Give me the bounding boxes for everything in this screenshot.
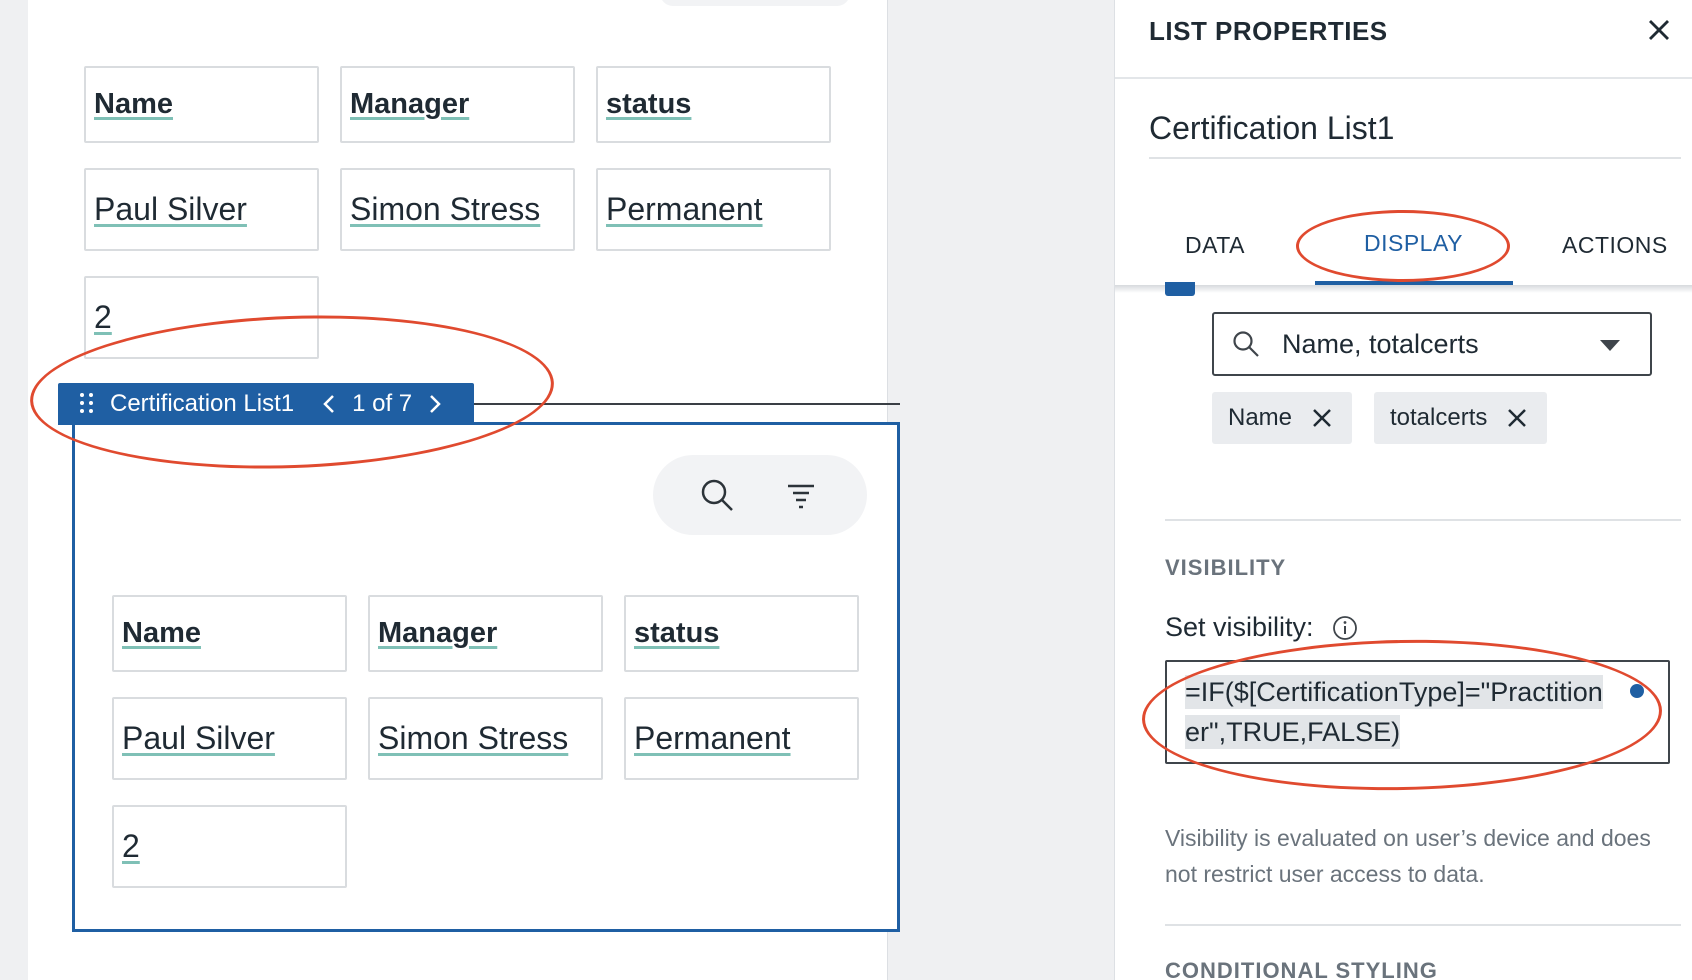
header-label: status bbox=[634, 617, 720, 649]
selected-list-tag[interactable]: Certification List1 1 of 7 bbox=[58, 383, 474, 425]
value-text: Simon Stress bbox=[350, 191, 541, 227]
remove-chip-icon[interactable] bbox=[1312, 406, 1336, 430]
header-label: Name bbox=[94, 88, 173, 120]
properties-panel: LIST PROPERTIES Certification List1 DATA… bbox=[1115, 0, 1692, 980]
list-pager: 1 of 7 bbox=[352, 390, 413, 417]
header-cell-manager[interactable]: Manager bbox=[368, 595, 603, 672]
close-icon[interactable] bbox=[1643, 14, 1675, 46]
canvas: Name Manager status Paul Silver Simon St… bbox=[28, 0, 900, 980]
header-cell-name[interactable]: Name bbox=[112, 595, 347, 672]
visibility-expression: =IF($[CertificationType]="Practitioner",… bbox=[1185, 675, 1603, 749]
header-cell-manager[interactable]: Manager bbox=[340, 66, 575, 143]
chevron-left-icon[interactable] bbox=[312, 387, 346, 421]
visibility-label: Set visibility: bbox=[1165, 612, 1314, 642]
list-tag-label: Certification List1 bbox=[110, 390, 295, 417]
sort-chip: Name bbox=[1212, 392, 1353, 444]
visibility-label-row: Set visibility: bbox=[1165, 612, 1358, 643]
drag-handle-icon[interactable] bbox=[80, 393, 94, 415]
sort-field-select[interactable]: Name, totalcerts bbox=[1212, 312, 1652, 376]
tab-actions[interactable]: ACTIONS bbox=[1562, 232, 1668, 259]
value-text: 2 bbox=[122, 828, 140, 864]
header-cell-name[interactable]: Name bbox=[84, 66, 319, 143]
search-icon[interactable] bbox=[697, 475, 737, 515]
header-label: status bbox=[606, 88, 692, 120]
divider bbox=[1165, 519, 1681, 521]
value-cell-manager[interactable]: Simon Stress bbox=[340, 168, 575, 251]
value-text: Simon Stress bbox=[378, 720, 569, 756]
remove-chip-icon[interactable] bbox=[1507, 406, 1531, 430]
divider bbox=[1165, 924, 1681, 926]
checkbox[interactable] bbox=[1165, 282, 1195, 296]
value-text: Permanent bbox=[606, 191, 763, 227]
chevron-down-icon bbox=[1600, 340, 1620, 351]
value-cell-name[interactable]: Paul Silver bbox=[84, 168, 319, 251]
header-label: Manager bbox=[350, 88, 470, 120]
chip-label: Name bbox=[1228, 404, 1293, 431]
sort-select-value: Name, totalcerts bbox=[1282, 328, 1479, 359]
list-name[interactable]: Certification List1 bbox=[1149, 110, 1394, 147]
header-label: Name bbox=[122, 617, 201, 649]
header-label: Manager bbox=[378, 617, 498, 649]
tab-data[interactable]: DATA bbox=[1185, 232, 1245, 259]
panel-header: LIST PROPERTIES bbox=[1115, 0, 1692, 79]
toolbar-pill bbox=[660, 0, 850, 6]
value-text: Paul Silver bbox=[122, 720, 275, 756]
visibility-formula-input[interactable]: =IF($[CertificationType]="Practitioner",… bbox=[1165, 660, 1670, 764]
panel-title: LIST PROPERTIES bbox=[1149, 16, 1388, 46]
value-text: Permanent bbox=[634, 720, 791, 756]
chevron-right-icon[interactable] bbox=[418, 387, 452, 421]
sort-chip: totalcerts bbox=[1374, 392, 1548, 444]
filter-icon[interactable] bbox=[781, 475, 821, 515]
value-text: Paul Silver bbox=[94, 191, 247, 227]
section-visibility-title: VISIBILITY bbox=[1165, 555, 1287, 580]
divider bbox=[472, 403, 900, 405]
header-cell-status[interactable]: status bbox=[596, 66, 831, 143]
list-toolbar bbox=[653, 455, 867, 535]
value-cell-status[interactable]: Permanent bbox=[596, 168, 831, 251]
chip-label: totalcerts bbox=[1390, 404, 1488, 431]
value-cell-count[interactable]: 2 bbox=[112, 805, 347, 888]
selected-list[interactable]: Name Manager status Paul Silver Simon St… bbox=[72, 422, 900, 932]
sort-checkbox-row[interactable] bbox=[1165, 282, 1285, 296]
status-dot bbox=[1630, 684, 1644, 698]
visibility-help-text: Visibility is evaluated on user’s device… bbox=[1165, 825, 1651, 887]
value-cell-manager[interactable]: Simon Stress bbox=[368, 697, 603, 780]
header-cell-status[interactable]: status bbox=[624, 595, 859, 672]
value-cell-status[interactable]: Permanent bbox=[624, 697, 859, 780]
value-text: 2 bbox=[94, 299, 112, 335]
search-icon bbox=[1232, 329, 1262, 359]
value-cell-count[interactable]: 2 bbox=[84, 276, 319, 359]
divider bbox=[1149, 157, 1681, 159]
value-cell-name[interactable]: Paul Silver bbox=[112, 697, 347, 780]
tab-display[interactable]: DISPLAY bbox=[1364, 230, 1463, 257]
info-icon[interactable] bbox=[1332, 615, 1358, 641]
section-conditional-styling-title: CONDITIONAL STYLING bbox=[1165, 958, 1438, 980]
